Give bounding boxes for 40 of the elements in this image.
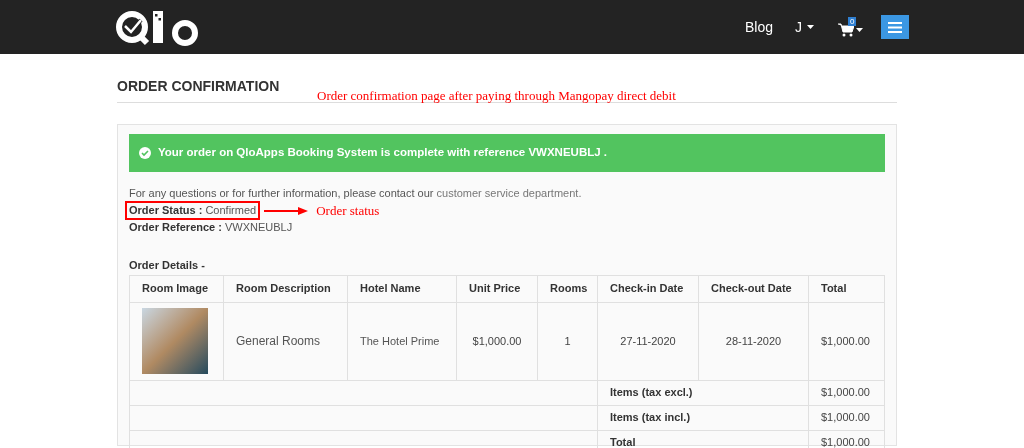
menu-icon <box>888 21 902 33</box>
column-header: Check-out Date <box>698 275 809 302</box>
table-cell: The Hotel Prime <box>347 302 457 380</box>
cart-button[interactable]: 0 <box>838 17 865 37</box>
order-reference: Order Reference : VWXNEUBLJ <box>129 220 294 235</box>
annotation-note: Order confirmation page after paying through Mangopay direct debit <box>317 87 676 105</box>
page-title: ORDER CONFIRMATION <box>117 77 280 96</box>
column-header: Room Description <box>223 275 348 302</box>
table-cell: $1,000.00 <box>808 405 885 430</box>
menu-button[interactable] <box>881 15 909 39</box>
column-header: Rooms <box>537 275 598 302</box>
table-cell: General Rooms <box>223 302 348 380</box>
column-header: Total <box>808 275 885 302</box>
column-header: Check-in Date <box>597 275 699 302</box>
user-menu-button[interactable]: J <box>795 16 814 38</box>
table-cell: Items (tax incl.) <box>597 405 809 430</box>
column-header: Unit Price <box>456 275 538 302</box>
alert-message: Your order on QloApps Booking System is complete with reference VWXNEUBLJ . <box>158 145 607 161</box>
annotation-arrow <box>264 206 309 215</box>
check-circle-icon <box>139 147 151 159</box>
table-cell: 1 <box>537 302 598 380</box>
photo-placeholder <box>142 308 208 374</box>
annotation-label: Order status <box>316 203 380 218</box>
caret-icon <box>807 25 814 29</box>
table-cell: $1,000.00 <box>808 380 885 405</box>
section-title: Order Details - <box>129 258 205 273</box>
cart-count-badge: 0 <box>848 17 857 26</box>
column-header: Room Image <box>129 275 224 302</box>
blog-link[interactable]: Blog <box>744 16 773 38</box>
table-cell: $1,000.00 <box>456 302 538 380</box>
info-text: For any questions or for further information, please contact our customer service department. <box>129 186 583 201</box>
cart-icon <box>838 23 854 37</box>
table-cell: 27-11-2020 <box>597 302 699 380</box>
table-cell: Items (tax excl.) <box>597 380 809 405</box>
caret-icon <box>856 28 863 32</box>
order-status: Order Status : Confirmed <box>125 201 261 220</box>
customer-service-link[interactable]: customer service department. <box>436 187 582 199</box>
table-cell: $1,000.00 <box>808 302 885 380</box>
column-header: Hotel Name <box>347 275 457 302</box>
table-cell: 28-11-2020 <box>698 302 809 380</box>
